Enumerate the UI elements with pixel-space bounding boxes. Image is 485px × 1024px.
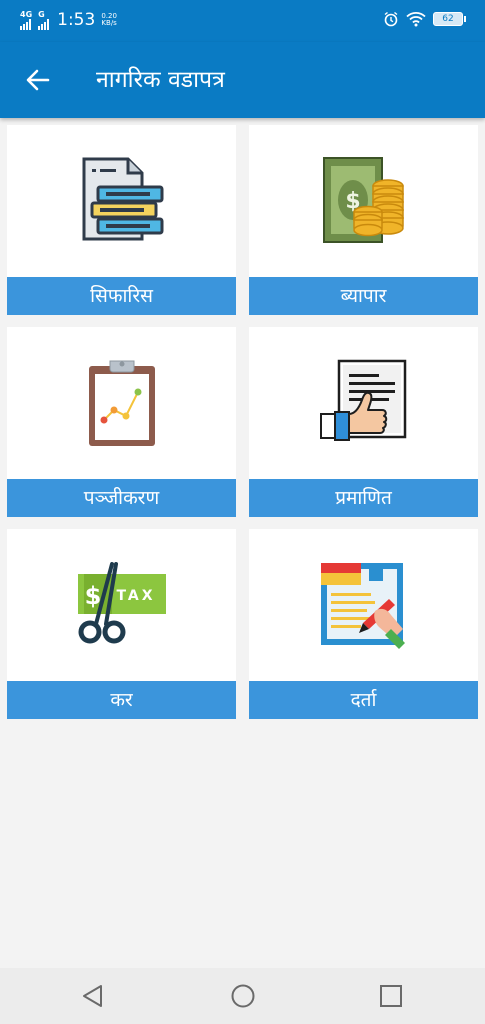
signal-2: G [38,9,50,30]
tile-icon-area [7,125,236,277]
tile-label: प्रमाणित [249,479,478,517]
alarm-icon [384,11,398,27]
tile-sifaris[interactable]: सिफारिस [7,125,236,315]
svg-text:TAX: TAX [116,588,155,604]
tile-icon-area [249,529,478,681]
page-title: नागरिक वडापत्र [96,67,225,93]
system-nav-bar [0,968,485,1024]
tile-icon-area: $ [249,125,478,277]
tile-label: कर [7,681,236,719]
tile-pramanit[interactable]: प्रमाणित [249,327,478,517]
signal-1: 4G [20,9,33,30]
money-coins-icon: $ [322,157,404,243]
tile-icon-area [249,327,478,479]
network-label-2: G [38,9,45,19]
tile-label: सिफारिस [7,277,236,315]
network-speed: 0.20 KB/s [101,13,117,27]
status-right: 62 [383,11,466,27]
battery-icon: 62 [433,12,466,26]
speed-unit: KB/s [101,19,117,27]
tile-icon-area [7,327,236,479]
registration-form-icon [320,563,405,649]
tile-kar[interactable]: $ TAX कर [7,529,236,719]
tile-label: ब्यापार [249,277,478,315]
tile-label: दर्ता [249,681,478,719]
circle-home-icon[interactable] [229,982,257,1010]
tile-label: पञ्जीकरण [7,479,236,517]
tile-panjikaran[interactable]: पञ्जीकरण [7,327,236,517]
status-left: 4G G 1:53 0.20 KB/s [20,10,117,30]
tile-icon-area: $ TAX [7,529,236,681]
tax-scissors-icon: $ TAX [77,562,166,644]
triangle-back-icon[interactable] [79,982,107,1010]
status-bar: 4G G 1:53 0.20 KB/s 62 [0,0,485,42]
clock: 1:53 [57,10,96,30]
thumbs-up-document-icon [319,359,406,441]
tile-byapar[interactable]: $ ब्यापार [249,125,478,315]
network-label-1: 4G [20,9,33,19]
clipboard-chart-icon [88,360,155,446]
square-recents-icon[interactable] [377,982,405,1010]
signal-bars-icon [20,18,31,30]
document-stack-icon [82,157,163,241]
tile-darta[interactable]: दर्ता [249,529,478,719]
arrow-left-icon[interactable] [24,66,52,94]
signal-bars-icon [38,18,50,30]
app-bar: नागरिक वडापत्र [0,42,485,118]
wifi-icon [406,12,426,27]
